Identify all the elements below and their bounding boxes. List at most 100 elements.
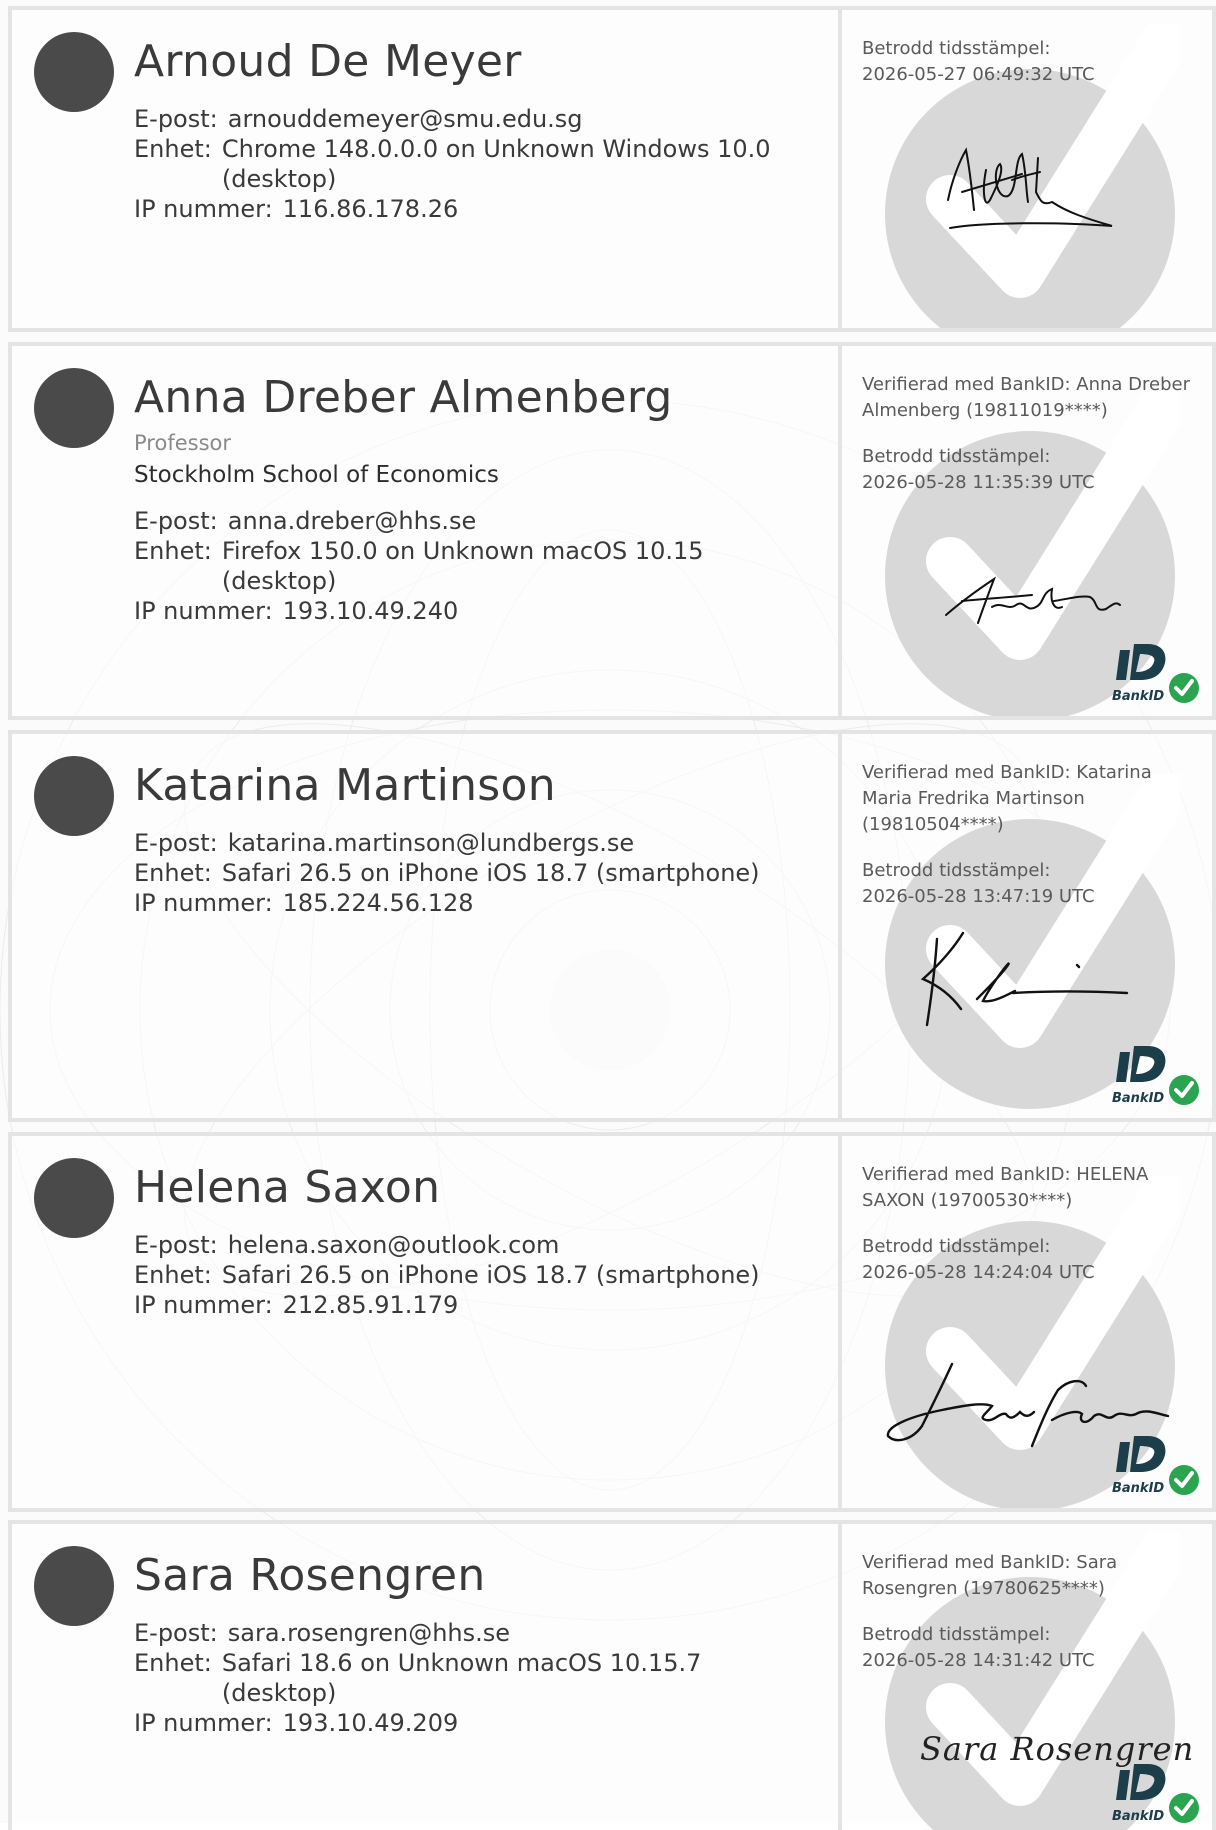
handwritten-signature xyxy=(947,147,1113,229)
ip-label: IP nummer: xyxy=(134,195,273,223)
email-value: anna.dreber@hhs.se xyxy=(227,507,477,535)
bankid-logo: BankID xyxy=(1112,644,1199,704)
email-value: arnouddemeyer@smu.edu.sg xyxy=(227,105,583,133)
device-label: Enhet: xyxy=(134,859,212,887)
timestamp-value: 2026-05-28 11:35:39 UTC xyxy=(862,472,1095,493)
email-label: E-post: xyxy=(134,829,218,857)
ip-value: 212.85.91.179 xyxy=(282,1291,459,1319)
timestamp-label: Betrodd tidsstämpel: xyxy=(862,1236,1051,1257)
avatar xyxy=(34,32,114,112)
signer-name: Katarina Martinson xyxy=(134,760,556,811)
device-row: Enhet: Chrome 148.0.0.0 on Unknown Window… xyxy=(134,134,818,194)
signer-details: E-post: katarina.martinson@lundbergs.se E… xyxy=(134,828,818,918)
device-row: Enhet: Safari 18.6 on Unknown macOS 10.15… xyxy=(134,1648,818,1708)
ip-value: 185.224.56.128 xyxy=(282,889,474,917)
signer-name: Anna Dreber Almenberg xyxy=(134,372,673,423)
signature-panel: Verifierad med BankID: HELENA SAXON (197… xyxy=(842,1136,1212,1508)
email-row: E-post: helena.saxon@outlook.com xyxy=(134,1230,818,1260)
timestamp-label: Betrodd tidsstämpel: xyxy=(862,446,1051,467)
timestamp-label: Betrodd tidsstämpel: xyxy=(862,860,1051,881)
email-value: helena.saxon@outlook.com xyxy=(227,1231,560,1259)
ip-row: IP nummer: 116.86.178.26 xyxy=(134,194,818,224)
bankid-logo-text: BankID xyxy=(1112,689,1164,704)
timestamp-block: Betrodd tidsstämpel: 2026-05-28 14:24:04 … xyxy=(862,1234,1198,1286)
avatar xyxy=(34,756,114,836)
signer-details: E-post: sara.rosengren@hhs.se Enhet: Safar… xyxy=(134,1618,818,1738)
signer-info: Arnoud De Meyer E-post: arnouddemeyer@smu… xyxy=(12,10,842,328)
device-label: Enhet: xyxy=(134,135,212,163)
signer-card: Arnoud De Meyer E-post: arnouddemeyer@smu… xyxy=(8,6,1216,332)
signer-card: Helena Saxon E-post: helena.saxon@outlook… xyxy=(8,1132,1216,1512)
email-label: E-post: xyxy=(134,507,218,535)
signer-name: Arnoud De Meyer xyxy=(134,36,522,87)
handwritten-signature xyxy=(920,931,1129,1027)
timestamp-label: Betrodd tidsstämpel: xyxy=(862,1624,1051,1645)
device-value: Safari 26.5 on iPhone iOS 18.7 (smartpho… xyxy=(221,859,760,887)
bankid-logo-text: BankID xyxy=(1112,1481,1164,1496)
signature-panel: Verifierad med BankID: Katarina Maria Fr… xyxy=(842,734,1212,1118)
verified-text: Verifierad med BankID: Anna Dreber Almen… xyxy=(862,374,1191,421)
ip-label: IP nummer: xyxy=(134,1291,273,1319)
signer-card: Anna Dreber Almenberg Professor Stockhol… xyxy=(8,342,1216,720)
timestamp-block: Betrodd tidsstämpel: 2026-05-28 11:35:39 … xyxy=(862,444,1198,496)
signer-details: E-post: anna.dreber@hhs.se Enhet: Firefox … xyxy=(134,506,818,626)
email-row: E-post: anna.dreber@hhs.se xyxy=(134,506,818,536)
email-value: katarina.martinson@lundbergs.se xyxy=(227,829,635,857)
ip-value: 193.10.49.240 xyxy=(282,597,459,625)
device-value: Chrome 148.0.0.0 on Unknown Windows 10.0… xyxy=(221,135,771,193)
email-row: E-post: katarina.martinson@lundbergs.se xyxy=(134,828,818,858)
signer-info: Anna Dreber Almenberg Professor Stockhol… xyxy=(12,346,842,716)
bankid-logo: BankID xyxy=(1112,1436,1199,1496)
device-row: Enhet: Safari 26.5 on iPhone iOS 18.7 (sm… xyxy=(134,1260,818,1290)
signer-info: Katarina Martinson E-post: katarina.marti… xyxy=(12,734,842,1118)
ip-row: IP nummer: 193.10.49.209 xyxy=(134,1708,818,1738)
avatar xyxy=(34,1546,114,1626)
verified-text: Verifierad med BankID: HELENA SAXON (197… xyxy=(862,1164,1149,1211)
ip-label: IP nummer: xyxy=(134,597,273,625)
signer-info: Sara Rosengren E-post: sara.rosengren@hhs… xyxy=(12,1524,842,1830)
device-label: Enhet: xyxy=(134,1649,212,1677)
handwritten-signature xyxy=(945,576,1121,624)
timestamp-block: Betrodd tidsstämpel: 2026-05-28 13:47:19 … xyxy=(862,858,1198,910)
signature-panel: Verifierad med BankID: Sara Rosengren (1… xyxy=(842,1524,1212,1830)
signature-meta: Betrodd tidsstämpel: 2026-05-27 06:49:32 … xyxy=(862,36,1198,88)
timestamp-block: Betrodd tidsstämpel: 2026-05-27 06:49:32 … xyxy=(862,36,1198,88)
bankid-logo: BankID xyxy=(1112,1046,1199,1106)
signature-meta: Verifierad med BankID: Katarina Maria Fr… xyxy=(862,760,1198,910)
device-row: Enhet: Firefox 150.0 on Unknown macOS 10.… xyxy=(134,536,818,596)
verified-text: Verifierad med BankID: Sara Rosengren (1… xyxy=(862,1552,1118,1599)
verified-text: Verifierad med BankID: Katarina Maria Fr… xyxy=(862,762,1152,835)
ip-label: IP nummer: xyxy=(134,1709,273,1737)
avatar xyxy=(34,368,114,448)
email-label: E-post: xyxy=(134,105,218,133)
avatar xyxy=(34,1158,114,1238)
ip-row: IP nummer: 193.10.49.240 xyxy=(134,596,818,626)
email-value: sara.rosengren@hhs.se xyxy=(227,1619,511,1647)
signer-info: Helena Saxon E-post: helena.saxon@outlook… xyxy=(12,1136,842,1508)
ip-row: IP nummer: 185.224.56.128 xyxy=(134,888,818,918)
bankid-logo-text: BankID xyxy=(1112,1091,1164,1106)
device-value: Safari 18.6 on Unknown macOS 10.15.7 (de… xyxy=(221,1649,702,1707)
bankid-logo: BankID xyxy=(1112,1764,1199,1824)
timestamp-label: Betrodd tidsstämpel: xyxy=(862,38,1051,59)
ip-value: 193.10.49.209 xyxy=(282,1709,459,1737)
device-row: Enhet: Safari 26.5 on iPhone iOS 18.7 (sm… xyxy=(134,858,818,888)
signer-name: Sara Rosengren xyxy=(134,1550,486,1601)
timestamp-value: 2026-05-28 14:24:04 UTC xyxy=(862,1262,1095,1283)
signature-page: Arnoud De Meyer E-post: arnouddemeyer@smu… xyxy=(0,0,1216,1830)
signer-card: Katarina Martinson E-post: katarina.marti… xyxy=(8,730,1216,1122)
ip-label: IP nummer: xyxy=(134,889,273,917)
signature-meta: Verifierad med BankID: Sara Rosengren (1… xyxy=(862,1550,1198,1674)
signer-details: E-post: helena.saxon@outlook.com Enhet: Sa… xyxy=(134,1230,818,1320)
signer-role: Professor xyxy=(134,431,231,455)
email-row: E-post: arnouddemeyer@smu.edu.sg xyxy=(134,104,818,134)
signer-details: E-post: arnouddemeyer@smu.edu.sg Enhet: Ch… xyxy=(134,104,818,224)
device-value: Safari 26.5 on iPhone iOS 18.7 (smartpho… xyxy=(221,1261,760,1289)
device-label: Enhet: xyxy=(134,1261,212,1289)
signature-meta: Verifierad med BankID: HELENA SAXON (197… xyxy=(862,1162,1198,1286)
timestamp-value: 2026-05-28 14:31:42 UTC xyxy=(862,1650,1095,1671)
signature-meta: Verifierad med BankID: Anna Dreber Almen… xyxy=(862,372,1198,496)
email-row: E-post: sara.rosengren@hhs.se xyxy=(134,1618,818,1648)
signer-organization: Stockholm School of Economics xyxy=(134,462,499,488)
signer-card: Sara Rosengren E-post: sara.rosengren@hhs… xyxy=(8,1520,1216,1830)
